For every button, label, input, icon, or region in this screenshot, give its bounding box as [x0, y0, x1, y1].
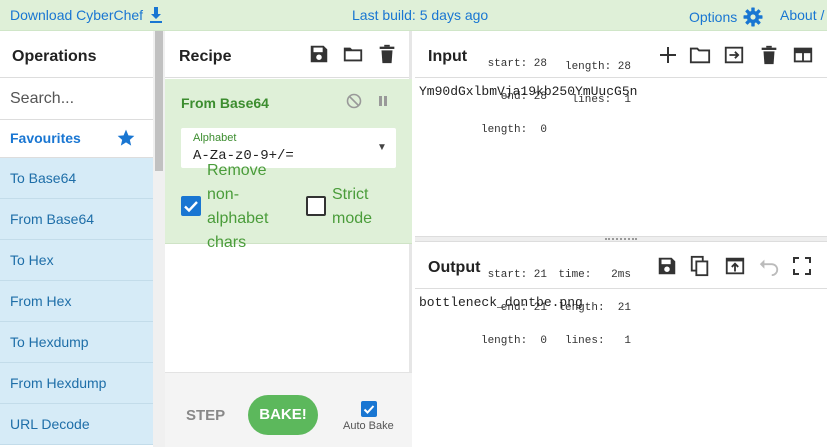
output-title: Output — [428, 259, 481, 276]
about-link[interactable]: About / — [780, 7, 824, 23]
operation-item-from-hexdump[interactable]: From Hexdump — [0, 363, 153, 404]
undo-icon[interactable] — [758, 256, 780, 276]
operation-item-to-hexdump[interactable]: To Hexdump — [0, 322, 153, 363]
strict-mode-label: Strict mode — [332, 186, 373, 227]
replace-input-icon[interactable] — [724, 255, 746, 277]
options-link[interactable]: Options — [689, 7, 763, 27]
input-panel: Input start: 28 end: 28 length: 0 length… — [415, 31, 827, 236]
trash-icon[interactable] — [758, 44, 780, 66]
auto-bake-checkbox[interactable] — [361, 401, 377, 417]
step-button[interactable]: STEP — [186, 407, 225, 424]
copy-icon[interactable] — [689, 255, 711, 277]
alphabet-label: Alphabet — [193, 132, 237, 144]
download-icon[interactable] — [149, 7, 163, 23]
open-file-icon[interactable] — [723, 44, 745, 66]
remove-nonalpha-label: Remove non- alphabet chars — [207, 162, 269, 251]
strict-mode-checkbox[interactable] — [306, 196, 326, 216]
operations-title: Operations — [0, 31, 153, 78]
favourites-label[interactable]: Favourites — [10, 130, 81, 146]
download-link[interactable]: Download CyberChef — [10, 7, 163, 23]
checkmark-icon[interactable] — [361, 401, 377, 417]
maximize-icon[interactable] — [792, 256, 812, 276]
auto-bake-label: Auto Bake — [343, 420, 394, 432]
divider-grip[interactable] — [605, 238, 637, 240]
recipe-header: Recipe — [165, 31, 409, 78]
favourites-category[interactable]: Favourites — [0, 120, 153, 158]
gear-icon[interactable] — [743, 7, 763, 27]
recipe-title: Recipe — [179, 48, 232, 65]
remove-nonalpha-checkbox[interactable] — [181, 196, 201, 216]
star-icon[interactable] — [116, 128, 136, 148]
recipe-operation-title: From Base64 — [181, 95, 269, 111]
recipe-toolbar — [308, 43, 398, 65]
scrollbar-thumb[interactable] — [155, 31, 163, 171]
output-panel: Output start: 21 end: 21 length: 0 time:… — [415, 242, 827, 447]
chevron-down-icon[interactable]: ▼ — [377, 142, 387, 153]
operations-search-input[interactable]: Search... — [0, 78, 153, 120]
operation-item-to-base64[interactable]: To Base64 — [0, 158, 153, 199]
recipe-controls: STEP BAKE! Auto Bake — [165, 372, 412, 447]
input-header: Input start: 28 end: 28 length: 0 length… — [415, 31, 827, 136]
plus-icon[interactable] — [658, 45, 678, 65]
operations-scrollbar[interactable] — [153, 31, 165, 447]
output-header: Output start: 21 end: 21 length: 0 time:… — [415, 242, 827, 347]
operation-item-to-hex[interactable]: To Hex — [0, 240, 153, 281]
operation-item-url-decode[interactable]: URL Decode — [0, 404, 153, 445]
options-label[interactable]: Options — [689, 9, 737, 25]
download-label[interactable]: Download CyberChef — [10, 7, 143, 23]
recipe-panel: Recipe From Base64 Alphabet A-Za-z0-9+/=… — [165, 31, 412, 447]
output-textarea[interactable]: bottleneck_dontbe.png — [419, 295, 583, 310]
input-title: Input — [428, 48, 468, 65]
bake-button[interactable]: BAKE! — [248, 395, 318, 435]
checkmark-icon[interactable] — [181, 196, 201, 216]
recipe-operation-from-base64: From Base64 Alphabet A-Za-z0-9+/= ▼ Remo… — [165, 79, 412, 251]
layout-icon[interactable] — [792, 44, 814, 66]
trash-icon[interactable] — [376, 43, 398, 65]
operation-item-from-hex[interactable]: From Hex — [0, 281, 153, 322]
save-icon[interactable] — [308, 43, 330, 65]
last-build-text: Last build: 5 days ago — [352, 7, 489, 23]
save-icon[interactable] — [656, 255, 678, 277]
pause-icon[interactable] — [375, 93, 391, 109]
disable-icon[interactable] — [346, 93, 362, 109]
top-banner: Download CyberChef Last build: 5 days ag… — [0, 0, 827, 31]
open-folder-icon[interactable] — [689, 44, 711, 66]
folder-icon[interactable] — [342, 43, 364, 65]
input-textarea[interactable]: Ym90dGxlbmVja19kb250YmUucG5n — [419, 84, 637, 99]
operations-panel: Operations Search... Favourites To Base6… — [0, 31, 153, 447]
operation-item-from-base64[interactable]: From Base64 — [0, 199, 153, 240]
